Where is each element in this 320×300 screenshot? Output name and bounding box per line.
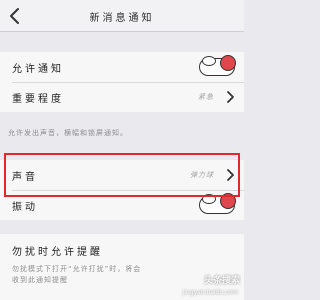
dnd-hint-line2: 收到此通知提醒	[12, 276, 68, 284]
allow-notification-label: 允许通知	[12, 64, 64, 75]
notify-hint-text: 允许发出声音，横幅和锁屏通知。	[8, 129, 128, 137]
toggle-knob	[220, 55, 236, 71]
importance-row[interactable]: 重要程度 紧急	[0, 82, 244, 112]
dnd-hint-line1: 勿扰模式下打开“允许打扰”时，将会	[12, 265, 142, 273]
highlight-box	[4, 153, 240, 197]
vibrate-label: 振动	[12, 202, 38, 213]
page-title: 新消息通知	[89, 13, 155, 24]
dnd-row[interactable]: 勿扰时允许提醒	[0, 234, 244, 264]
dnd-label: 勿扰时允许提醒	[12, 247, 103, 258]
vibrate-toggle[interactable]	[199, 193, 236, 216]
allow-notification-toggle[interactable]	[199, 55, 236, 78]
allow-notification-row[interactable]: 允许通知	[0, 52, 244, 82]
importance-label: 重要程度	[12, 94, 64, 105]
nav-bar: 新消息通知	[0, 0, 244, 32]
importance-value: 紧急	[198, 93, 214, 101]
chevron-right-icon	[226, 90, 235, 104]
toggle-cloud-icon	[202, 56, 216, 66]
settings-group-notify: 允许通知 重要程度 紧急	[0, 52, 244, 112]
watermark-logo: 头条搜索	[203, 276, 240, 286]
watermark-url: jingyan.baidu.com	[182, 289, 238, 296]
